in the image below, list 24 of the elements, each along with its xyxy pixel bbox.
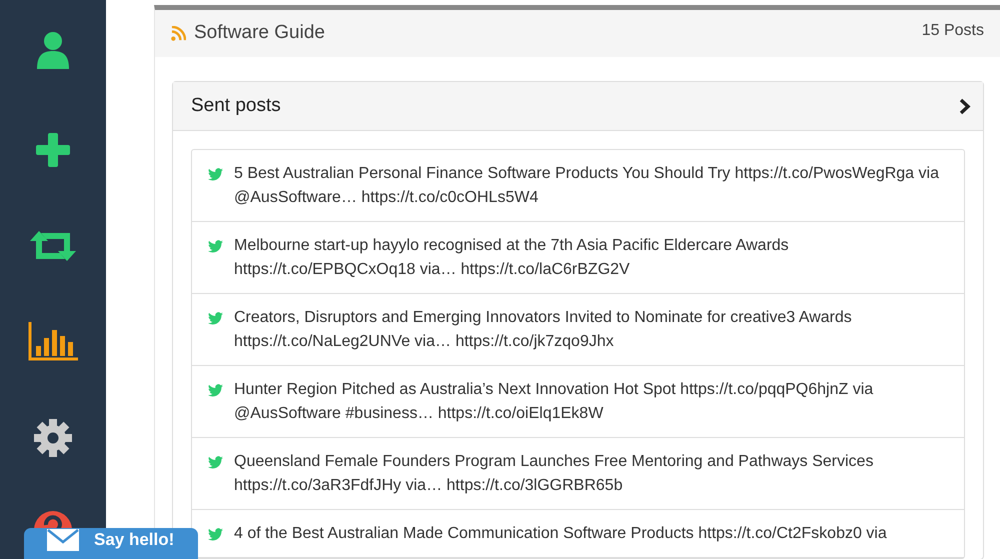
- bird-icon: [208, 384, 223, 397]
- say-hello-button[interactable]: Say hello!: [24, 528, 198, 559]
- bird-icon: [208, 456, 223, 469]
- post-text: 5 Best Australian Personal Finance Software Products You Should Try https://t.co/PwosWegRga via @AusSoftware… https://t.co/c0cOHLs5W4: [234, 164, 940, 208]
- rss-icon: [171, 26, 186, 41]
- chevron-right-icon[interactable]: [959, 98, 971, 114]
- bird-icon: [208, 240, 223, 253]
- plus-icon[interactable]: [36, 133, 70, 167]
- panel-title: Software Guide: [194, 21, 325, 46]
- settings-icon[interactable]: [34, 419, 72, 457]
- post-text: Melbourne start-up hayylo recognised at the 7th Asia Pacific Eldercare Awards https://t.co/EPBQCxOq18 via… https://t.co/laC6rBZG2V: [234, 236, 790, 280]
- post-text: 4 of the Best Australian Made Communication Software Products https://t.co/Ct2Fskobz0 via: [234, 524, 887, 544]
- post-text: Hunter Region Pitched as Australia’s Next Innovation Hot Spot https://t.co/pqqPQ6hjnZ via @AusSoftware #business… https://t.co/oiElq1Ek8W: [234, 380, 874, 424]
- post-text: Creators, Disruptors and Emerging Innovators Invited to Nominate for creative3 Awards https://t.co/NaLeg2UNVe via… https://t.co/jk7zqo9Jhx: [234, 308, 853, 352]
- retweet-icon[interactable]: [30, 231, 76, 261]
- post-count: 15 Posts: [922, 20, 984, 40]
- bird-icon: [208, 528, 223, 541]
- user-icon[interactable]: [36, 31, 70, 71]
- bar-chart-icon[interactable]: [28, 322, 78, 362]
- card-title: Sent posts: [191, 94, 281, 118]
- bird-icon: [208, 168, 223, 181]
- bird-icon: [208, 312, 223, 325]
- post-text: Queensland Female Founders Program Launches Free Mentoring and Pathways Services https://t.co/3aR3FdfJHy via… https://t.co/3lGGRBR65b: [234, 452, 874, 496]
- envelope-icon: [46, 528, 80, 552]
